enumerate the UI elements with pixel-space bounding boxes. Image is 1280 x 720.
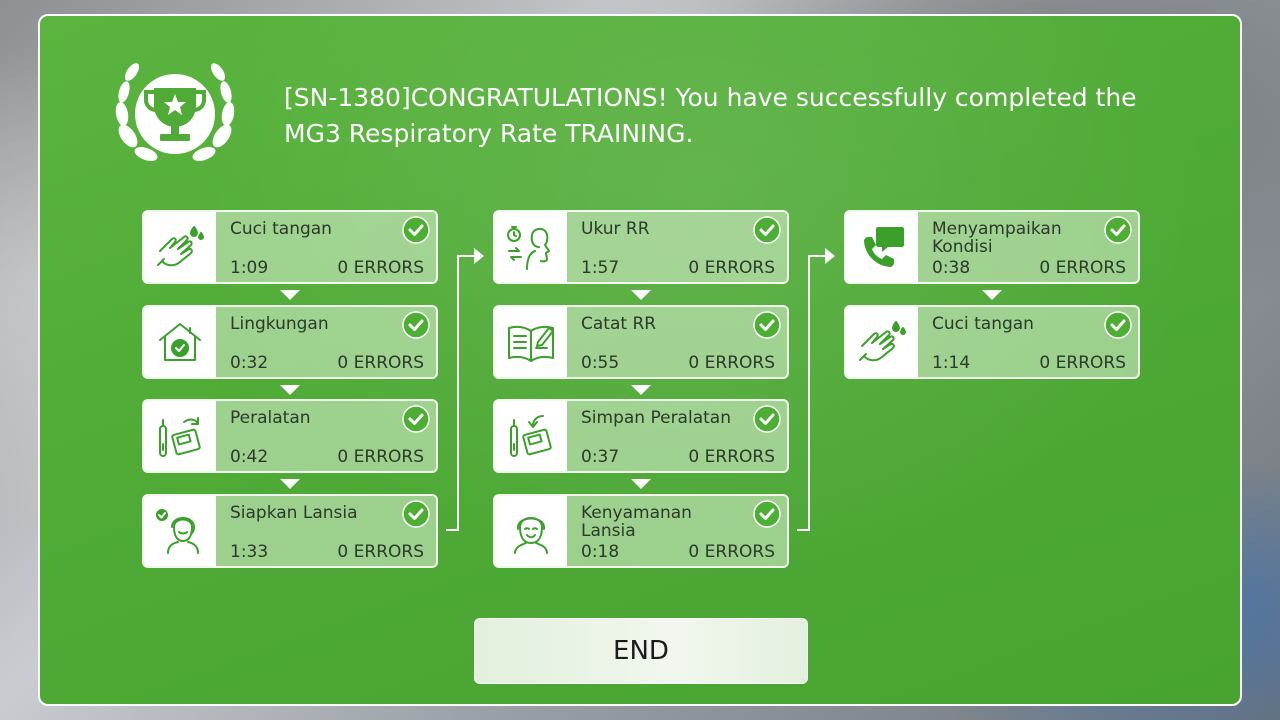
step-errors: 0 ERRORS — [1039, 353, 1126, 373]
step-card-peralatan: Peralatan 0:42 0 ERRORS — [142, 399, 438, 473]
step-time: 1:33 — [230, 542, 269, 562]
step-card-siapkan-lansia: Siapkan Lansia 1:33 0 ERRORS — [142, 494, 438, 568]
check-icon — [402, 311, 430, 339]
notebook-icon — [508, 326, 554, 362]
step-errors: 0 ERRORS — [688, 353, 775, 373]
step-title: Siapkan Lansia — [230, 503, 358, 523]
step-title: Cuci tangan — [932, 314, 1034, 334]
arrow-down-icon — [280, 385, 300, 395]
end-button[interactable]: END — [474, 618, 808, 684]
check-icon — [402, 500, 430, 528]
step-time: 1:57 — [581, 258, 620, 278]
step-title: Kenyamanan Lansia — [581, 503, 692, 541]
step-title: Menyampaikan Kondisi — [932, 219, 1062, 257]
check-icon — [402, 216, 430, 244]
step-card-catat-rr: Catat RR 0:55 0 ERRORS — [493, 305, 789, 379]
results-panel: [SN-1380]CONGRATULATIONS! You have succe… — [38, 14, 1242, 706]
step-time: 0:32 — [230, 353, 269, 373]
step-card-lingkungan: Lingkungan 0:32 0 ERRORS — [142, 305, 438, 379]
step-title: Peralatan — [230, 408, 311, 428]
step-errors: 0 ERRORS — [1039, 258, 1126, 278]
step-title: Ukur RR — [581, 219, 650, 239]
step-title: Simpan Peralatan — [581, 408, 731, 428]
trophy-laurel-icon — [115, 63, 235, 161]
step-card-kenyamanan-lansia: Kenyamanan Lansia 0:18 0 ERRORS — [493, 494, 789, 568]
step-card-simpan-peralatan: Simpan Peralatan 0:37 0 ERRORS — [493, 399, 789, 473]
step-card-cuci-tangan: Cuci tangan 1:09 0 ERRORS — [142, 210, 438, 284]
step-time: 0:37 — [581, 447, 620, 467]
step-time: 0:38 — [932, 258, 971, 278]
step-card-ukur-rr: Ukur RR 1:57 0 ERRORS — [493, 210, 789, 284]
arrow-down-icon — [280, 290, 300, 300]
check-icon — [1104, 216, 1132, 244]
handwash-icon — [157, 226, 204, 267]
check-icon — [753, 500, 781, 528]
store-equipment-icon — [510, 415, 552, 457]
handwash-icon — [859, 321, 906, 362]
completion-message: [SN-1380]CONGRATULATIONS! You have succe… — [284, 83, 1137, 148]
step-errors: 0 ERRORS — [688, 258, 775, 278]
step-time: 1:09 — [230, 258, 269, 278]
flow-connector-arrow — [797, 248, 835, 531]
arrow-down-icon — [982, 290, 1002, 300]
step-time: 0:42 — [230, 447, 269, 467]
elderly-check-icon — [156, 509, 199, 554]
elderly-face-icon — [514, 517, 548, 554]
step-time: 1:14 — [932, 353, 971, 373]
arrow-down-icon — [631, 385, 651, 395]
house-check-icon — [159, 323, 201, 361]
check-icon — [1104, 311, 1132, 339]
step-title: Catat RR — [581, 314, 657, 334]
phone-chat-icon — [864, 227, 904, 267]
step-errors: 0 ERRORS — [688, 542, 775, 562]
flow-connector-arrow — [446, 248, 484, 531]
check-icon — [753, 311, 781, 339]
arrow-down-icon — [631, 479, 651, 489]
step-time: 0:55 — [581, 353, 620, 373]
check-icon — [402, 405, 430, 433]
step-errors: 0 ERRORS — [688, 447, 775, 467]
check-icon — [753, 405, 781, 433]
arrow-down-icon — [631, 290, 651, 300]
check-icon — [753, 216, 781, 244]
step-title: Cuci tangan — [230, 219, 332, 239]
equipment-icon — [159, 417, 201, 457]
step-errors: 0 ERRORS — [337, 258, 424, 278]
breathing-timer-icon — [507, 226, 550, 270]
step-time: 0:18 — [581, 542, 620, 562]
step-errors: 0 ERRORS — [337, 353, 424, 373]
step-title: Lingkungan — [230, 314, 329, 334]
step-errors: 0 ERRORS — [337, 542, 424, 562]
step-card-menyampaikan-kondisi: Menyampaikan Kondisi 0:38 0 ERRORS — [844, 210, 1140, 284]
arrow-down-icon — [280, 479, 300, 489]
step-card-cuci-tangan-final: Cuci tangan 1:14 0 ERRORS — [844, 305, 1140, 379]
step-errors: 0 ERRORS — [337, 447, 424, 467]
